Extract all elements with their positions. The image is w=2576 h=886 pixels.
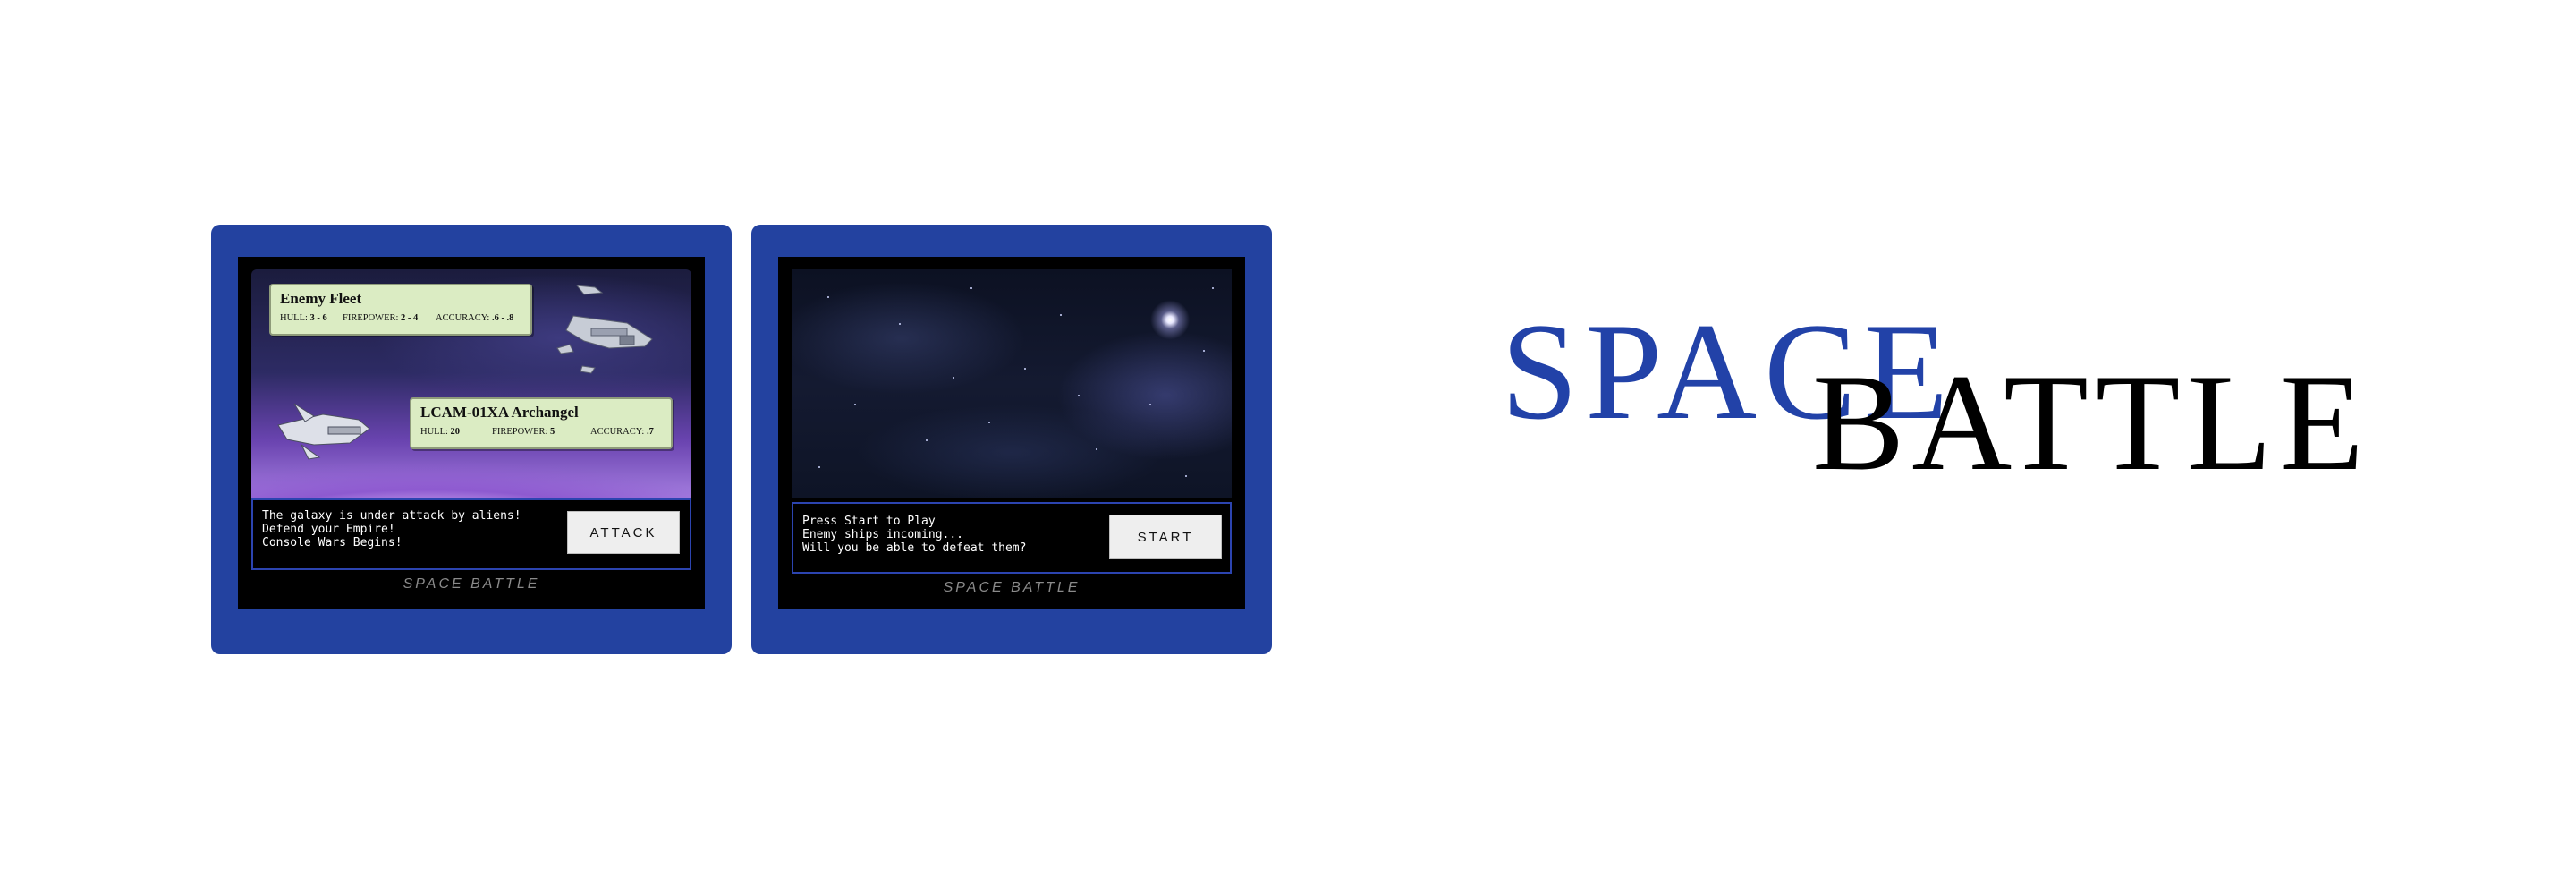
message-line: The galaxy is under attack by aliens! [262,509,521,523]
star [1078,395,1080,396]
message-line: Enemy ships incoming... [802,528,964,541]
player-accuracy-stat: ACCURACY: .7 [590,427,654,437]
enemy-accuracy-value: .6 - .8 [491,313,514,323]
enemy-hull-value: 3 - 6 [309,313,327,323]
left-console: Enemy Fleet HULL: 3 - 6 FIREPOWER: 2 - 4… [211,225,732,654]
star [1024,368,1026,370]
star [899,323,901,325]
star [1060,314,1062,316]
title-word-battle: BATTLE [1812,345,2371,499]
message-line: Console Wars Begins! [262,536,402,549]
battle-scene: Enemy Fleet HULL: 3 - 6 FIREPOWER: 2 - 4… [251,269,691,498]
right-message-text: Press Start to Play Enemy ships incoming… [802,515,1026,555]
player-firepower-label: FIREPOWER: [492,427,548,437]
star [988,422,990,423]
starfield-scene [792,269,1232,498]
star [926,439,928,441]
message-line: Press Start to Play [802,515,936,528]
left-message-text: The galaxy is under attack by aliens! De… [262,509,521,549]
message-line: Will you be able to defeat them? [802,541,1027,555]
enemy-fleet-card: Enemy Fleet HULL: 3 - 6 FIREPOWER: 2 - 4… [269,284,532,336]
enemy-firepower-value: 2 - 4 [401,313,419,323]
right-console: Press Start to Play Enemy ships incoming… [751,225,1272,654]
player-ship [277,403,370,460]
left-console-label: SPACE BATTLE [402,576,540,592]
enemy-accuracy-label: ACCURACY: [436,313,490,323]
left-message-box: The galaxy is under attack by aliens! De… [251,498,691,570]
right-message-box: Press Start to Play Enemy ships incoming… [792,502,1232,574]
player-firepower-stat: FIREPOWER: 5 [492,427,555,437]
right-screen-bezel: Press Start to Play Enemy ships incoming… [778,257,1245,609]
star [1149,404,1151,405]
star [827,296,829,298]
star [1203,350,1205,352]
player-hull-value: 20 [450,427,461,437]
player-ship-title: LCAM-01XA Archangel [420,404,579,421]
star [1096,448,1097,450]
enemy-hull-stat: HULL: 3 - 6 [280,313,327,323]
enemy-firepower-label: FIREPOWER: [343,313,399,323]
player-firepower-value: 5 [550,427,555,437]
star [953,377,954,379]
enemy-hull-label: HULL: [280,313,308,323]
left-screen-bezel: Enemy Fleet HULL: 3 - 6 FIREPOWER: 2 - 4… [238,257,705,609]
enemy-accuracy-stat: ACCURACY: .6 - .8 [436,313,513,323]
star [970,287,972,289]
player-accuracy-label: ACCURACY: [590,427,645,437]
player-ship-card: LCAM-01XA Archangel HULL: 20 FIREPOWER: … [410,397,673,449]
enemy-fleet-title: Enemy Fleet [280,290,362,307]
right-console-label: SPACE BATTLE [943,580,1080,595]
start-button[interactable]: START [1109,515,1222,559]
star [854,404,856,405]
star [1185,475,1187,477]
player-accuracy-value: .7 [646,427,654,437]
star [1212,287,1214,289]
message-line: Defend your Empire! [262,523,395,536]
star [818,466,820,468]
player-hull-label: HULL: [420,427,448,437]
player-hull-stat: HULL: 20 [420,427,460,437]
enemy-ship-large [565,315,653,349]
attack-button[interactable]: ATTACK [567,511,680,554]
enemy-firepower-stat: FIREPOWER: 2 - 4 [343,313,418,323]
